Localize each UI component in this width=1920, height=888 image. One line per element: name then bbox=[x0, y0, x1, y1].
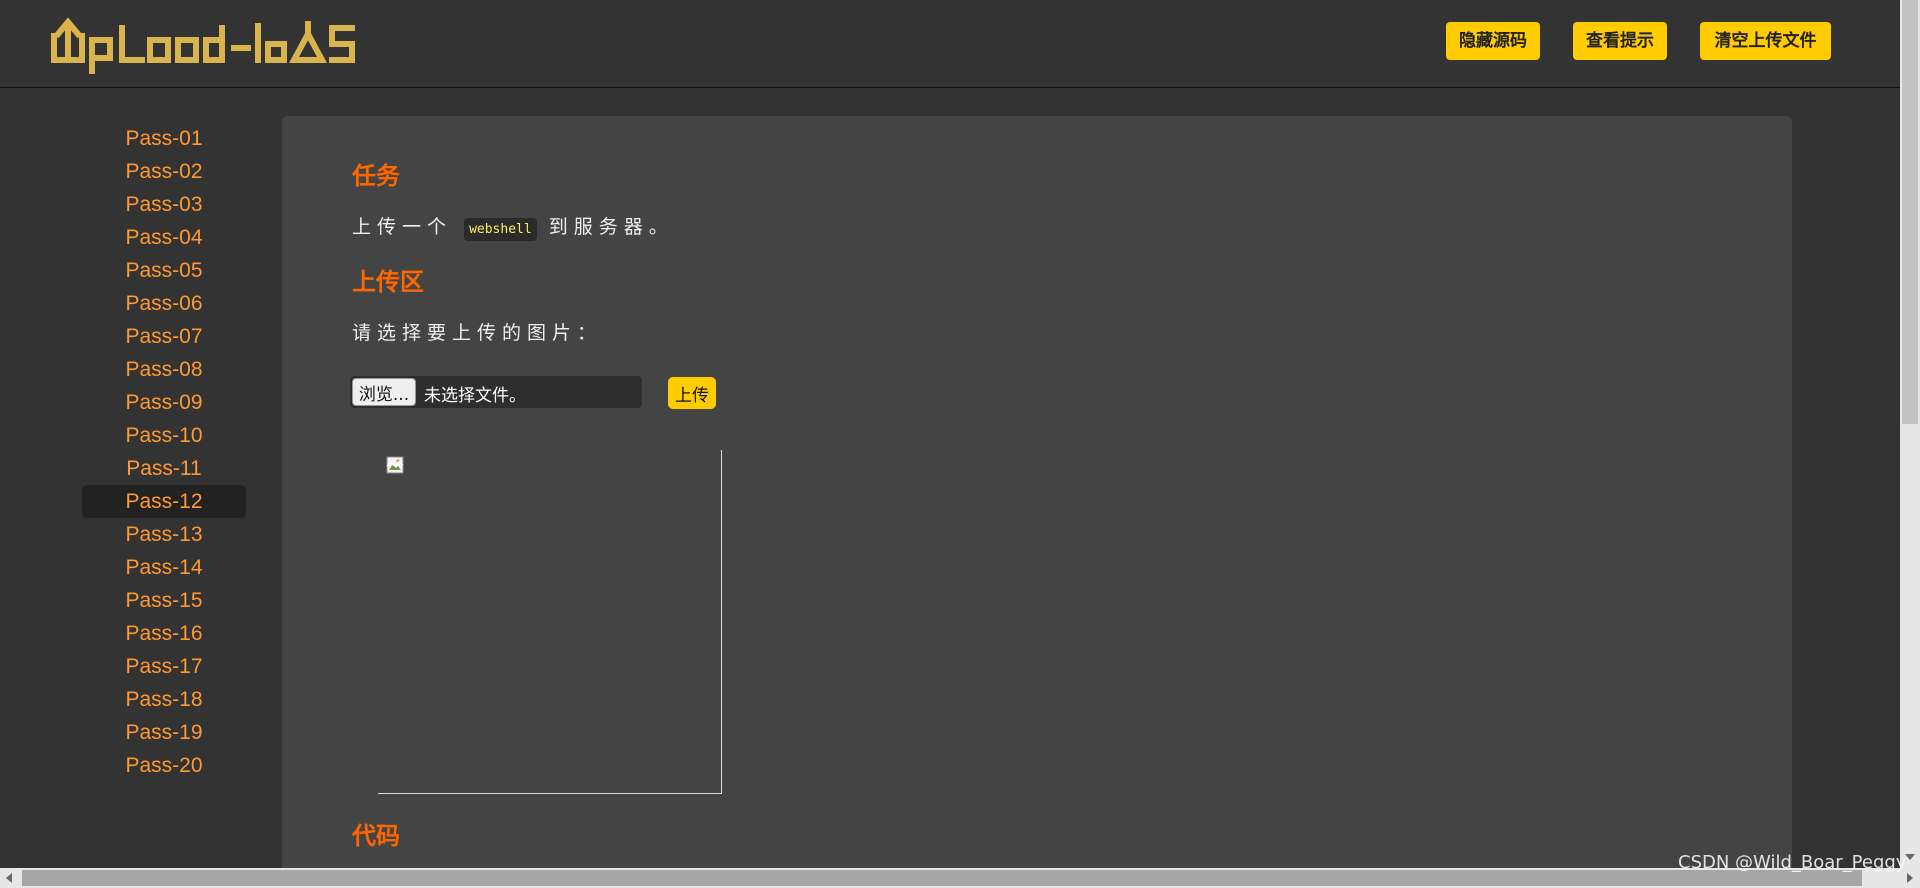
upload-prompt: 请选择要上传的图片： bbox=[352, 322, 603, 344]
upload-button[interactable]: 上传 bbox=[668, 377, 716, 409]
sidebar-item-pass-10[interactable]: Pass-10 bbox=[82, 419, 246, 452]
upload-labs-logo[interactable] bbox=[48, 14, 368, 74]
view-hint-button[interactable]: 查看提示 bbox=[1573, 22, 1667, 60]
code-heading: 代码 bbox=[352, 822, 400, 850]
sidebar-item-pass-06[interactable]: Pass-06 bbox=[82, 287, 246, 320]
vertical-scroll-thumb[interactable] bbox=[1902, 0, 1918, 424]
scroll-down-arrow-icon[interactable] bbox=[1905, 854, 1915, 860]
sidebar-item-pass-09[interactable]: Pass-09 bbox=[82, 386, 246, 419]
task-text-after: 到服务器。 bbox=[548, 216, 674, 238]
task-description: 上传一个 webshell 到服务器。 bbox=[352, 212, 674, 241]
hide-source-button[interactable]: 隐藏源码 bbox=[1446, 22, 1540, 60]
sidebar-item-pass-19[interactable]: Pass-19 bbox=[82, 716, 246, 749]
sidebar-item-pass-02[interactable]: Pass-02 bbox=[82, 155, 246, 188]
sidebar-item-pass-17[interactable]: Pass-17 bbox=[82, 650, 246, 683]
sidebar-item-pass-07[interactable]: Pass-07 bbox=[82, 320, 246, 353]
vertical-scrollbar[interactable] bbox=[1900, 0, 1920, 868]
csdn-watermark: CSDN @Wild_Boar_Peggy bbox=[1678, 852, 1907, 873]
task-heading: 任务 bbox=[352, 162, 400, 190]
sidebar-item-pass-16[interactable]: Pass-16 bbox=[82, 617, 246, 650]
sidebar-item-pass-05[interactable]: Pass-05 bbox=[82, 254, 246, 287]
sidebar-item-pass-20[interactable]: Pass-20 bbox=[82, 749, 246, 782]
scroll-left-arrow-icon[interactable] bbox=[6, 873, 12, 883]
clear-uploads-button[interactable]: 清空上传文件 bbox=[1700, 22, 1831, 60]
broken-image-icon bbox=[386, 456, 404, 474]
file-status-text: 未选择文件。 bbox=[424, 386, 526, 406]
sidebar-item-pass-01[interactable]: Pass-01 bbox=[82, 122, 246, 155]
sidebar-item-pass-12[interactable]: Pass-12 bbox=[82, 485, 246, 518]
level-sidebar: Pass-01 Pass-02 Pass-03 Pass-04 Pass-05 Pass-… bbox=[82, 122, 246, 782]
top-header: 隐藏源码 查看提示 清空上传文件 bbox=[0, 0, 1900, 88]
image-preview-area bbox=[378, 450, 722, 794]
sidebar-item-pass-18[interactable]: Pass-18 bbox=[82, 683, 246, 716]
sidebar-item-pass-13[interactable]: Pass-13 bbox=[82, 518, 246, 551]
horizontal-scroll-thumb[interactable] bbox=[22, 870, 1862, 886]
sidebar-item-pass-03[interactable]: Pass-03 bbox=[82, 188, 246, 221]
sidebar-item-pass-08[interactable]: Pass-08 bbox=[82, 353, 246, 386]
file-input[interactable]: 浏览... 未选择文件。 bbox=[350, 376, 642, 408]
browse-button[interactable]: 浏览... bbox=[352, 378, 416, 406]
sidebar-item-pass-14[interactable]: Pass-14 bbox=[82, 551, 246, 584]
main-panel: 任务 上传一个 webshell 到服务器。 上传区 请选择要上传的图片： 浏览… bbox=[282, 116, 1792, 876]
sidebar-item-pass-15[interactable]: Pass-15 bbox=[82, 584, 246, 617]
webshell-code: webshell bbox=[464, 218, 537, 241]
task-text-before: 上传一个 bbox=[352, 216, 453, 238]
upload-heading: 上传区 bbox=[352, 268, 424, 296]
sidebar-item-pass-04[interactable]: Pass-04 bbox=[82, 221, 246, 254]
horizontal-scrollbar[interactable] bbox=[0, 868, 1900, 888]
sidebar-item-pass-11[interactable]: Pass-11 bbox=[82, 452, 246, 485]
scroll-right-arrow-icon[interactable] bbox=[1907, 873, 1913, 883]
